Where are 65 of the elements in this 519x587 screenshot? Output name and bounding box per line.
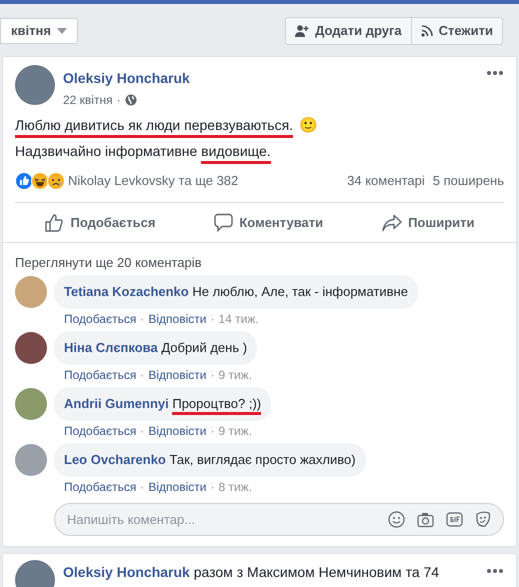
post-text-line: Надзвичайно інформативне видовище. [15, 138, 271, 164]
emoji: 🙂 [299, 115, 318, 136]
post-text-line: Люблю дивитись як люди перевзуваються. [15, 112, 294, 138]
shares-count[interactable]: 5 поширень [432, 171, 504, 191]
comment-input[interactable]: Напишіть коментар... [67, 510, 388, 530]
like-button[interactable]: Подобається [36, 208, 164, 238]
share-button[interactable]: Поширити [374, 208, 482, 238]
reply-link[interactable]: Відповісти [148, 478, 206, 496]
post-date[interactable]: 22 квітня [63, 91, 113, 109]
commenter-name[interactable]: Andrii Gumennyi [64, 396, 169, 411]
avatar[interactable] [15, 332, 47, 364]
person-plus-icon [295, 25, 310, 37]
commenter-name[interactable]: Tetiana Kozachenko [64, 284, 189, 299]
post-header-text: разом з Максимом Немчиновим та 74 [194, 564, 440, 580]
caret-icon [56, 28, 67, 34]
separator: · [116, 92, 121, 109]
more-options-icon[interactable] [486, 568, 504, 574]
like-link[interactable]: Подобається [64, 310, 136, 328]
comment-text: Так, виглядає просто жахливо) [170, 451, 356, 469]
reaction-icons[interactable] [15, 172, 65, 190]
commenter-name[interactable]: Leo Ovcharenko [64, 452, 166, 467]
comment-text: Добрий день ) [161, 339, 248, 357]
like-link[interactable]: Подобається [64, 422, 136, 440]
comment-time: 9 тиж. [218, 367, 252, 384]
comment-text: Не люблю, Але, так - інформативне [192, 283, 408, 301]
comments-count[interactable]: 34 коментарі [347, 171, 425, 191]
separator: · [210, 479, 214, 496]
separator: · [210, 423, 214, 440]
sticker-icon[interactable] [475, 511, 491, 528]
rss-icon [420, 25, 433, 37]
separator: · [210, 311, 214, 328]
separator: · [140, 367, 144, 384]
date-dropdown[interactable]: квітня [0, 18, 78, 44]
more-options-icon[interactable] [486, 70, 504, 76]
comment-time: 14 тиж. [218, 311, 259, 328]
avatar[interactable] [15, 388, 47, 420]
like-link[interactable]: Подобається [64, 478, 136, 496]
gif-icon[interactable] [446, 512, 463, 527]
add-friend-button[interactable]: Додати друга [285, 17, 412, 45]
commenter-name[interactable]: Ніна Слєпкова [64, 340, 158, 355]
comment-time: 9 тиж. [218, 423, 252, 440]
comment-button[interactable]: Коментувати [206, 208, 332, 238]
emoji-icon[interactable] [388, 511, 405, 528]
reply-link[interactable]: Відповісти [148, 310, 206, 328]
separator: · [140, 423, 144, 440]
thumbs-up-icon [44, 212, 64, 232]
view-more-comments-link[interactable]: Переглянути ще 20 коментарів [15, 253, 202, 273]
author-name[interactable]: Oleksiy Honcharuk [63, 68, 486, 89]
comment-text: Пророцтво? ;)) [172, 395, 262, 415]
reply-link[interactable]: Відповісти [148, 366, 206, 384]
share-arrow-icon [382, 214, 402, 232]
follow-button[interactable]: Стежити [412, 17, 503, 45]
separator: · [140, 311, 144, 328]
comment-time: 8 тиж. [218, 479, 252, 496]
like-link[interactable]: Подобається [64, 366, 136, 384]
speech-bubble-icon [214, 213, 234, 232]
reactions-summary[interactable]: Nikolay Levkovsky та ще 382 [68, 171, 238, 191]
comment-field[interactable]: Напишіть коментар... [54, 503, 504, 536]
separator: · [140, 479, 144, 496]
reply-link[interactable]: Відповісти [148, 422, 206, 440]
separator: · [210, 367, 214, 384]
camera-icon[interactable] [417, 512, 434, 528]
globe-icon [124, 94, 137, 106]
author-name[interactable]: Oleksiy Honcharuk [63, 564, 190, 580]
avatar[interactable] [15, 65, 55, 105]
